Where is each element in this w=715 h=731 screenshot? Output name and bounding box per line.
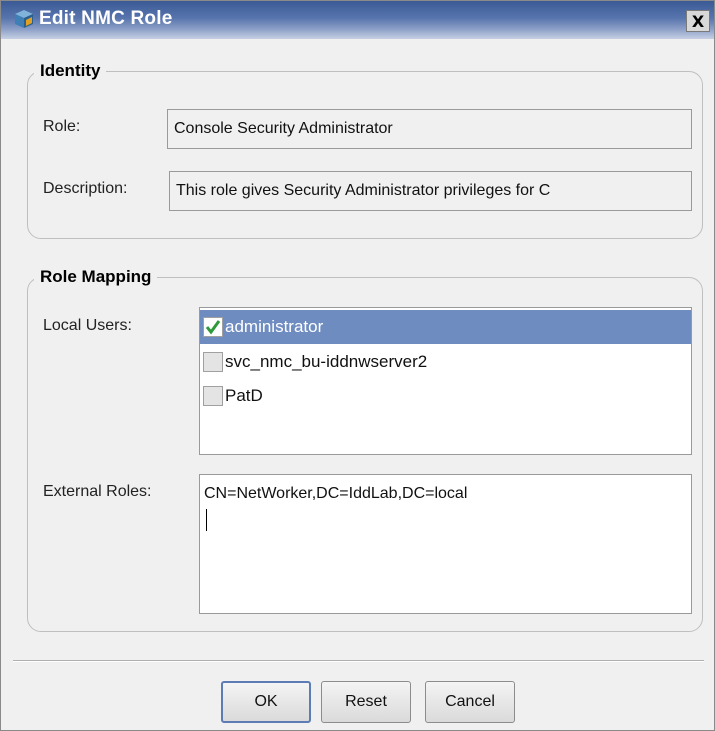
list-item[interactable]: administrator (200, 310, 691, 344)
external-roles-label: External Roles: (43, 483, 152, 500)
ok-button[interactable]: OK (221, 681, 311, 723)
reset-button[interactable]: Reset (321, 681, 411, 723)
description-label: Description: (43, 180, 128, 197)
local-users-list[interactable]: administrator svc_nmc_bu-iddnwserver2 Pa… (199, 307, 692, 455)
identity-legend: Identity (40, 61, 101, 80)
close-icon: X (691, 11, 705, 31)
list-item[interactable]: PatD (200, 379, 691, 413)
role-label: Role: (43, 118, 81, 135)
local-user-name: PatD (225, 386, 263, 405)
close-button[interactable]: X (686, 10, 710, 32)
local-users-label: Local Users: (43, 317, 132, 334)
external-roles-textarea[interactable]: CN=NetWorker,DC=IddLab,DC=local (199, 474, 692, 614)
description-field[interactable]: This role gives Security Administrator p… (169, 171, 692, 211)
button-separator (13, 660, 704, 662)
cancel-button[interactable]: Cancel (425, 681, 515, 723)
checkbox[interactable] (203, 386, 223, 406)
edit-nmc-role-dialog: Edit NMC Role X Identity Role: Console S… (0, 0, 715, 731)
checkmark-icon (205, 320, 221, 335)
role-cube-icon (15, 10, 33, 28)
external-roles-text: CN=NetWorker,DC=IddLab,DC=local (204, 485, 468, 502)
dialog-title: Edit NMC Role (39, 8, 173, 29)
role-field[interactable]: Console Security Administrator (167, 109, 692, 149)
local-user-name: svc_nmc_bu-iddnwserver2 (225, 352, 428, 371)
title-bar[interactable]: Edit NMC Role X (1, 1, 714, 39)
list-item[interactable]: svc_nmc_bu-iddnwserver2 (200, 345, 691, 379)
role-mapping-legend: Role Mapping (40, 267, 152, 286)
identity-group: Identity (27, 61, 703, 239)
checkbox[interactable] (203, 317, 223, 337)
local-user-name: administrator (225, 317, 324, 336)
text-caret (206, 509, 207, 531)
checkbox[interactable] (203, 352, 223, 372)
